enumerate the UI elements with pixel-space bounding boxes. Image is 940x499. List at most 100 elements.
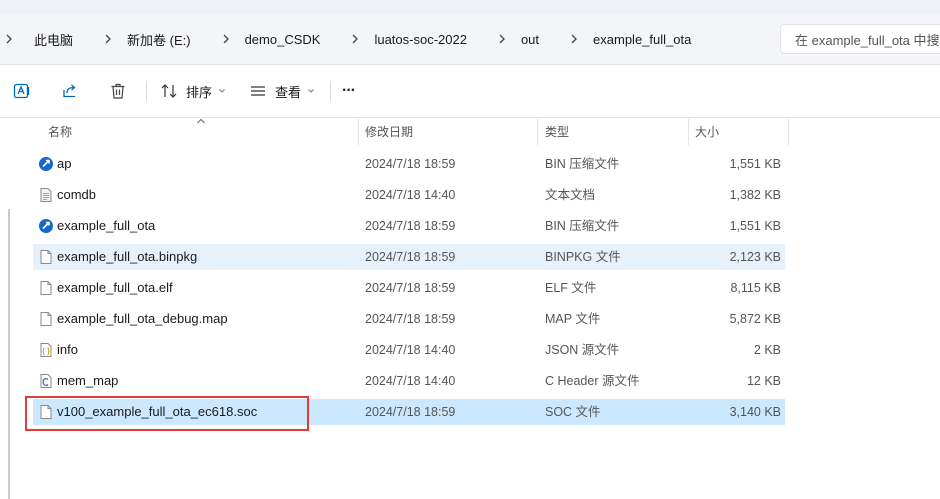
file-type: BIN 压缩文件 (545, 219, 620, 233)
chevron-right-icon (499, 34, 505, 44)
more-options-label: ··· (342, 82, 356, 99)
file-modified: 2024/7/18 18:59 (365, 281, 456, 295)
chevron-right-icon (6, 34, 12, 44)
bin-archive-icon (39, 157, 53, 171)
file-size: 1,551 KB (729, 157, 781, 171)
file-type: JSON 源文件 (545, 343, 620, 357)
file-name: info (57, 342, 78, 357)
file-modified: 2024/7/18 18:59 (365, 157, 456, 171)
file-name: example_full_ota.binpkg (57, 249, 198, 264)
bin-archive-icon (39, 219, 53, 233)
file-row-example-full-ota-debug-map[interactable]: example_full_ota_debug.map 2024/7/18 18:… (33, 306, 785, 332)
breadcrumb-item-example-full-ota[interactable]: example_full_ota (567, 32, 719, 47)
c-header-file-icon (40, 374, 52, 388)
file-modified: 2024/7/18 14:40 (365, 343, 456, 357)
file-row-info[interactable]: info 2024/7/18 14:40 JSON 源文件 2 KB (33, 337, 785, 363)
column-header-size-label: 大小 (695, 124, 720, 139)
file-type: BIN 压缩文件 (545, 157, 620, 171)
file-size: 12 KB (746, 374, 781, 388)
file-type: BINPKG 文件 (545, 250, 621, 264)
sort-label: 排序 (186, 84, 213, 100)
blank-file-icon (40, 281, 52, 295)
file-modified: 2024/7/18 18:59 (365, 250, 456, 264)
file-type: C Header 源文件 (545, 374, 640, 388)
chevron-right-icon (352, 34, 359, 44)
breadcrumb-item-drive-e[interactable]: 新加卷 (E:) (101, 30, 219, 49)
breadcrumb-item-luatos-soc-2022[interactable]: luatos-soc-2022 (348, 32, 495, 47)
breadcrumb-item-this-pc[interactable]: 此电脑 (0, 30, 101, 49)
search-placeholder: 在 example_full_ota 中搜 (795, 32, 940, 48)
file-name: comdb (57, 187, 97, 202)
file-type: ELF 文件 (545, 281, 597, 295)
json-file-icon (40, 343, 52, 357)
column-divider[interactable] (688, 119, 689, 145)
breadcrumb: 此电脑 新加卷 (E:) demo_CSDK luatos-soc-2022 o… (0, 14, 719, 64)
column-header-type[interactable]: 类型 (545, 117, 569, 145)
breadcrumb-label: 此电脑 (34, 32, 74, 48)
file-type: MAP 文件 (545, 312, 601, 326)
file-modified: 2024/7/18 14:40 (365, 188, 456, 202)
column-header-name[interactable]: 名称 (48, 117, 72, 145)
column-header-modified[interactable]: 修改日期 (365, 117, 413, 145)
column-divider[interactable] (788, 119, 789, 145)
sort-icon (161, 84, 177, 98)
rename-icon (13, 83, 30, 99)
column-divider[interactable] (358, 119, 359, 145)
file-modified: 2024/7/18 18:59 (365, 219, 456, 233)
file-type: 文本文档 (545, 188, 596, 202)
rename-button[interactable] (12, 79, 32, 103)
file-row-example-full-ota[interactable]: example_full_ota 2024/7/18 18:59 BIN 压缩文… (33, 213, 785, 239)
breadcrumb-label: example_full_ota (593, 31, 692, 47)
breadcrumb-item-out[interactable]: out (495, 32, 567, 47)
column-header-name-label: 名称 (48, 124, 73, 139)
blank-file-icon (40, 312, 52, 326)
sort-ascending-icon (197, 118, 205, 124)
file-type: SOC 文件 (545, 405, 601, 419)
breadcrumb-label: demo_CSDK (244, 31, 321, 47)
file-modified: 2024/7/18 14:40 (365, 374, 456, 388)
file-size: 5,872 KB (729, 312, 781, 326)
share-button[interactable] (60, 79, 80, 103)
file-name: ap (57, 156, 72, 171)
address-bar: 此电脑 新加卷 (E:) demo_CSDK luatos-soc-2022 o… (0, 14, 940, 65)
file-row-comdb[interactable]: comdb 2024/7/18 14:40 文本文档 1,382 KB (33, 182, 785, 208)
file-modified: 2024/7/18 18:59 (365, 312, 456, 326)
search-input[interactable]: 在 example_full_ota 中搜 (780, 24, 940, 54)
delete-button[interactable] (108, 79, 128, 103)
column-header-modified-label: 修改日期 (365, 124, 414, 139)
breadcrumb-label: out (520, 31, 540, 47)
sort-button[interactable]: 排序 (160, 79, 226, 103)
file-name: example_full_ota.elf (57, 280, 173, 295)
breadcrumb-item-demo-csdk[interactable]: demo_CSDK (219, 32, 349, 47)
toolbar-divider (146, 81, 147, 101)
chevron-right-icon (105, 34, 111, 44)
blank-file-icon (40, 250, 52, 264)
command-bar: 排序 查看 ··· (0, 65, 940, 118)
chevron-down-icon (308, 89, 314, 93)
chevron-down-icon (219, 89, 225, 93)
window-top-strip (0, 0, 940, 14)
column-header-size[interactable]: 大小 (695, 117, 719, 145)
file-row-ap[interactable]: ap 2024/7/18 18:59 BIN 压缩文件 1,551 KB (33, 151, 785, 177)
view-list-icon (251, 86, 265, 96)
file-name: example_full_ota_debug.map (57, 311, 228, 326)
view-label: 查看 (275, 84, 302, 100)
chevron-right-icon (223, 34, 229, 44)
navigation-pane-scrollbar[interactable] (8, 209, 10, 499)
column-divider[interactable] (537, 119, 538, 145)
highlight-annotation-box (25, 396, 309, 431)
view-button[interactable]: 查看 (249, 79, 315, 103)
file-size: 2 KB (753, 343, 781, 357)
file-size: 2,123 KB (729, 250, 781, 264)
file-modified: 2024/7/18 18:59 (365, 405, 456, 419)
column-header-type-label: 类型 (545, 124, 570, 139)
file-row-example-full-ota-elf[interactable]: example_full_ota.elf 2024/7/18 18:59 ELF… (33, 275, 785, 301)
file-row-example-full-ota-binpkg[interactable]: example_full_ota.binpkg 2024/7/18 18:59 … (33, 244, 785, 270)
more-options-button[interactable]: ··· (342, 79, 356, 103)
chevron-right-icon (571, 34, 577, 44)
breadcrumb-label: luatos-soc-2022 (374, 31, 467, 47)
file-row-mem-map[interactable]: mem_map 2024/7/18 14:40 C Header 源文件 12 … (33, 368, 785, 394)
breadcrumb-label: 新加卷 (E:) (127, 32, 191, 48)
file-size: 3,140 KB (729, 405, 781, 419)
file-size: 1,551 KB (729, 219, 781, 233)
